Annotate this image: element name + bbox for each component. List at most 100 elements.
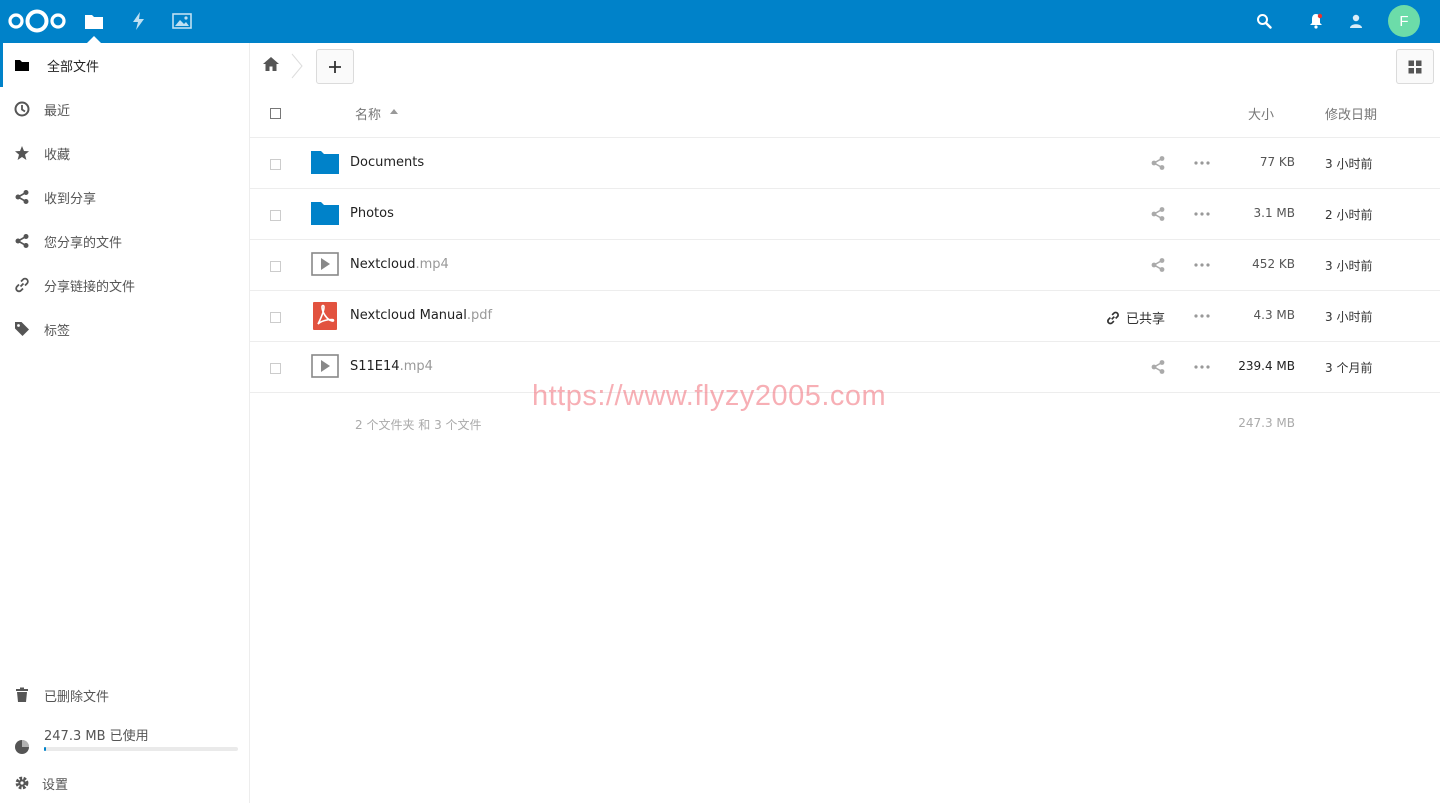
tag-icon [14, 321, 30, 337]
clock-icon [14, 101, 30, 117]
file-name[interactable]: S11E14.mp4 [350, 359, 433, 374]
user-avatar[interactable]: F [1388, 5, 1420, 37]
sidebar-item-label: 收到分享 [44, 191, 97, 207]
column-header-modified[interactable]: 修改日期 [1325, 104, 1377, 123]
row-checkbox[interactable] [270, 210, 281, 221]
row-checkbox[interactable] [270, 261, 281, 272]
breadcrumb-separator-icon [290, 53, 304, 79]
video-file-icon [310, 251, 340, 279]
folder-icon [14, 57, 30, 73]
table-row[interactable]: Nextcloud Manual.pdf 已共享 4.3 MB 3 小时前 [250, 291, 1440, 342]
gear-icon [14, 775, 30, 791]
quota-progress-fill [44, 747, 46, 751]
sidebar-item-deleted-files[interactable]: 已删除文件 [0, 673, 249, 717]
more-actions-icon[interactable] [1193, 257, 1211, 273]
summary-size: 247.3 MB [1238, 416, 1295, 430]
quota-progress-bar [44, 747, 238, 751]
share-icon[interactable] [1150, 155, 1166, 171]
row-checkbox[interactable] [270, 363, 281, 374]
files-controls-bar [250, 43, 1440, 89]
file-size: 4.3 MB [1253, 308, 1295, 322]
row-checkbox[interactable] [270, 312, 281, 323]
sidebar-item-label: 标签 [44, 323, 71, 339]
share-icon[interactable] [1150, 359, 1166, 375]
link-icon [1107, 311, 1119, 324]
search-icon[interactable] [1251, 8, 1277, 34]
folder-icon [310, 200, 340, 228]
activity-app-icon[interactable] [126, 8, 152, 34]
contacts-icon[interactable] [1343, 8, 1369, 34]
row-checkbox[interactable] [270, 159, 281, 170]
file-modified: 3 小时前 [1325, 310, 1373, 324]
gallery-app-icon[interactable] [169, 8, 195, 34]
column-header-name[interactable]: 名称 [355, 104, 381, 123]
table-row[interactable]: Nextcloud.mp4 452 KB 3 小时前 [250, 240, 1440, 291]
share-icon [14, 233, 30, 249]
quota-pie-icon [14, 739, 30, 755]
column-header-size[interactable]: 大小 [1248, 104, 1274, 123]
file-size: 3.1 MB [1253, 206, 1295, 220]
trash-icon [14, 687, 30, 703]
file-modified: 3 小时前 [1325, 259, 1373, 273]
sidebar-item-shared-by-link[interactable]: 分享链接的文件 [0, 263, 249, 307]
file-name[interactable]: Documents [350, 155, 424, 170]
file-name[interactable]: Nextcloud.mp4 [350, 257, 449, 272]
more-actions-icon[interactable] [1193, 308, 1211, 324]
pdf-file-icon [310, 302, 340, 330]
file-size: 77 KB [1259, 155, 1295, 169]
sidebar-item-label: 您分享的文件 [44, 235, 123, 251]
home-icon[interactable] [262, 56, 282, 76]
sidebar-item-tags[interactable]: 标签 [0, 307, 249, 351]
file-size: 452 KB [1252, 257, 1295, 271]
file-table-header: 名称 大小 修改日期 [250, 89, 1440, 138]
quota-label: 247.3 MB 已使用 [44, 729, 149, 744]
table-row[interactable]: Documents 77 KB 3 小时前 [250, 138, 1440, 189]
link-icon [14, 277, 30, 293]
sidebar-quota[interactable]: 247.3 MB 已使用 [0, 717, 249, 761]
sidebar-item-label: 已删除文件 [44, 689, 110, 705]
file-size: 239.4 MB [1238, 359, 1295, 373]
share-icon[interactable] [1150, 206, 1166, 222]
sidebar-item-favorites[interactable]: 收藏 [0, 131, 249, 175]
grid-view-toggle-button[interactable] [1396, 49, 1434, 84]
more-actions-icon[interactable] [1193, 155, 1211, 171]
grid-icon [1408, 60, 1422, 73]
more-actions-icon[interactable] [1193, 359, 1211, 375]
file-modified: 3 小时前 [1325, 157, 1373, 171]
notifications-bell-icon[interactable] [1303, 8, 1329, 34]
share-icon [14, 189, 30, 205]
watermark-text: https://www.flyzy2005.com [532, 380, 887, 412]
app-navigation-sidebar: 全部文件 最近 收藏 收到分享 您分享的文件 分享链接的文件 标签 已删除文件 … [0, 43, 250, 803]
sort-ascending-icon [390, 109, 398, 114]
file-name[interactable]: Nextcloud Manual.pdf [350, 308, 492, 323]
plus-icon [329, 60, 341, 73]
new-file-button[interactable] [316, 49, 354, 84]
sidebar-item-label: 全部文件 [47, 59, 100, 75]
files-app-icon[interactable] [81, 8, 107, 43]
shared-label: 已共享 [1126, 312, 1166, 327]
share-icon[interactable] [1150, 257, 1166, 273]
nextcloud-logo-icon[interactable] [6, 6, 68, 36]
shared-status[interactable]: 已共享 [1106, 308, 1165, 327]
summary-count: 2 个文件夹 和 3 个文件 [355, 418, 482, 432]
file-modified: 2 小时前 [1325, 208, 1373, 222]
sidebar-item-settings[interactable]: 设置 [0, 761, 249, 805]
avatar-letter: F [1399, 12, 1409, 30]
table-row[interactable]: Photos 3.1 MB 2 小时前 [250, 189, 1440, 240]
sidebar-item-all-files[interactable]: 全部文件 [0, 43, 249, 87]
sidebar-item-label: 分享链接的文件 [44, 279, 136, 295]
sidebar-item-label: 最近 [44, 103, 71, 119]
folder-icon [310, 149, 340, 177]
select-all-checkbox[interactable] [270, 108, 281, 119]
sidebar-item-shared-with-others[interactable]: 您分享的文件 [0, 219, 249, 263]
sidebar-item-shared-with-you[interactable]: 收到分享 [0, 175, 249, 219]
more-actions-icon[interactable] [1193, 206, 1211, 222]
star-icon [14, 145, 30, 161]
sidebar-item-label: 收藏 [44, 147, 71, 163]
top-header: F [0, 0, 1440, 43]
file-name[interactable]: Photos [350, 206, 394, 221]
sidebar-item-recent[interactable]: 最近 [0, 87, 249, 131]
file-modified: 3 个月前 [1325, 361, 1373, 375]
video-file-icon [310, 353, 340, 381]
sidebar-item-label: 设置 [42, 777, 69, 793]
